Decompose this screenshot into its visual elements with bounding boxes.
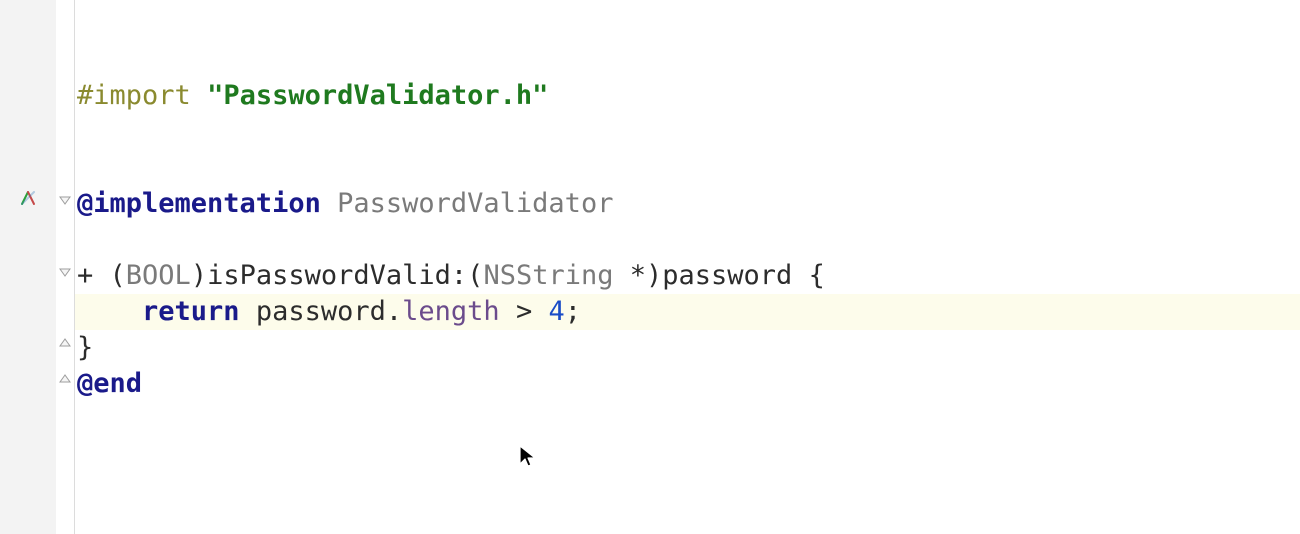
type-name: BOOL: [126, 260, 191, 291]
code-line[interactable]: }: [75, 330, 1300, 366]
class-name: PasswordValidator: [337, 188, 613, 219]
code-area[interactable]: #import "PasswordValidator.h" @implement…: [75, 0, 1300, 534]
gutter-left: [0, 0, 56, 534]
import-directive: #import: [77, 80, 191, 111]
method-name: isPasswordValid: [207, 260, 451, 291]
mouse-cursor-icon: [518, 444, 538, 470]
number-literal: 4: [548, 296, 564, 327]
fold-close-icon[interactable]: [59, 333, 71, 345]
return-keyword: return: [142, 296, 240, 327]
implementation-keyword: @implementation: [77, 188, 321, 219]
fold-open-icon[interactable]: [59, 195, 71, 207]
identifier: password: [256, 296, 386, 327]
code-line[interactable]: #import "PasswordValidator.h": [75, 78, 1300, 114]
code-line[interactable]: + (BOOL)isPasswordValid:(NSString *)pass…: [75, 258, 1300, 294]
code-line[interactable]: @end: [75, 366, 1300, 402]
fold-open-icon[interactable]: [59, 267, 71, 279]
type-name: NSString: [483, 260, 613, 291]
code-editor[interactable]: #import "PasswordValidator.h" @implement…: [0, 0, 1300, 534]
code-line[interactable]: return password.length > 4;: [75, 294, 1300, 330]
property-name: length: [402, 296, 500, 327]
gutter-fold-column: [56, 0, 75, 534]
end-keyword: @end: [77, 368, 142, 399]
fold-close-icon[interactable]: [59, 369, 71, 381]
string-literal: "PasswordValidator.h": [207, 80, 548, 111]
parameter-name: password: [662, 260, 792, 291]
code-line[interactable]: @implementation PasswordValidator: [75, 186, 1300, 222]
override-icon[interactable]: [20, 190, 36, 210]
